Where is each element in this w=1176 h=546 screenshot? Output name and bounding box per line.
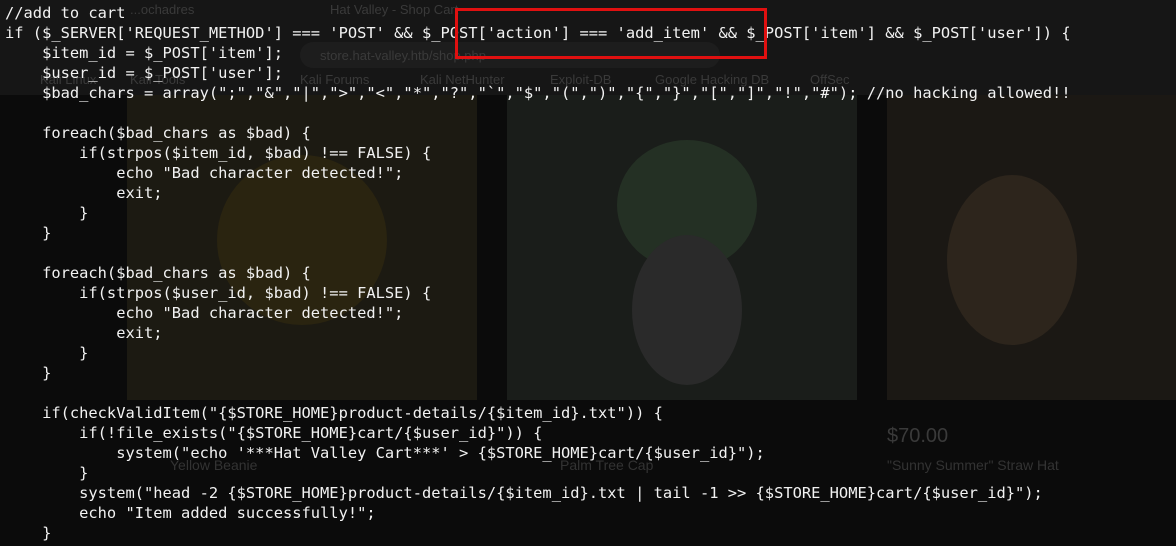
code-line: } [5, 464, 89, 482]
code-line: } [5, 524, 52, 542]
highlight-box-add-item [455, 8, 767, 59]
code-line: foreach($bad_chars as $bad) { [5, 264, 311, 282]
php-code-listing: //add to cart if ($_SERVER['REQUEST_METHO… [5, 3, 1071, 543]
code-line: $bad_chars = array(";","&","|",">","<","… [5, 84, 1071, 102]
code-line: $user_id = $_POST['user']; [5, 64, 283, 82]
code-line: exit; [5, 184, 163, 202]
code-line: echo "Item added successfully!"; [5, 504, 376, 522]
code-line: if(strpos($user_id, $bad) !== FALSE) { [5, 284, 432, 302]
code-line: } [5, 344, 89, 362]
code-line: system("head -2 {$STORE_HOME}product-det… [5, 484, 1043, 502]
code-line: if(strpos($item_id, $bad) !== FALSE) { [5, 144, 432, 162]
code-line: echo "Bad character detected!"; [5, 164, 404, 182]
code-line: foreach($bad_chars as $bad) { [5, 124, 311, 142]
code-line: system("echo '***Hat Valley Cart***' > {… [5, 444, 765, 462]
code-line: } [5, 224, 52, 242]
code-line: echo "Bad character detected!"; [5, 304, 404, 322]
code-line: if(!file_exists("{$STORE_HOME}cart/{$use… [5, 424, 543, 442]
code-line: exit; [5, 324, 163, 342]
code-line: if(checkValidItem("{$STORE_HOME}product-… [5, 404, 663, 422]
code-line: } [5, 204, 89, 222]
code-line: } [5, 364, 52, 382]
